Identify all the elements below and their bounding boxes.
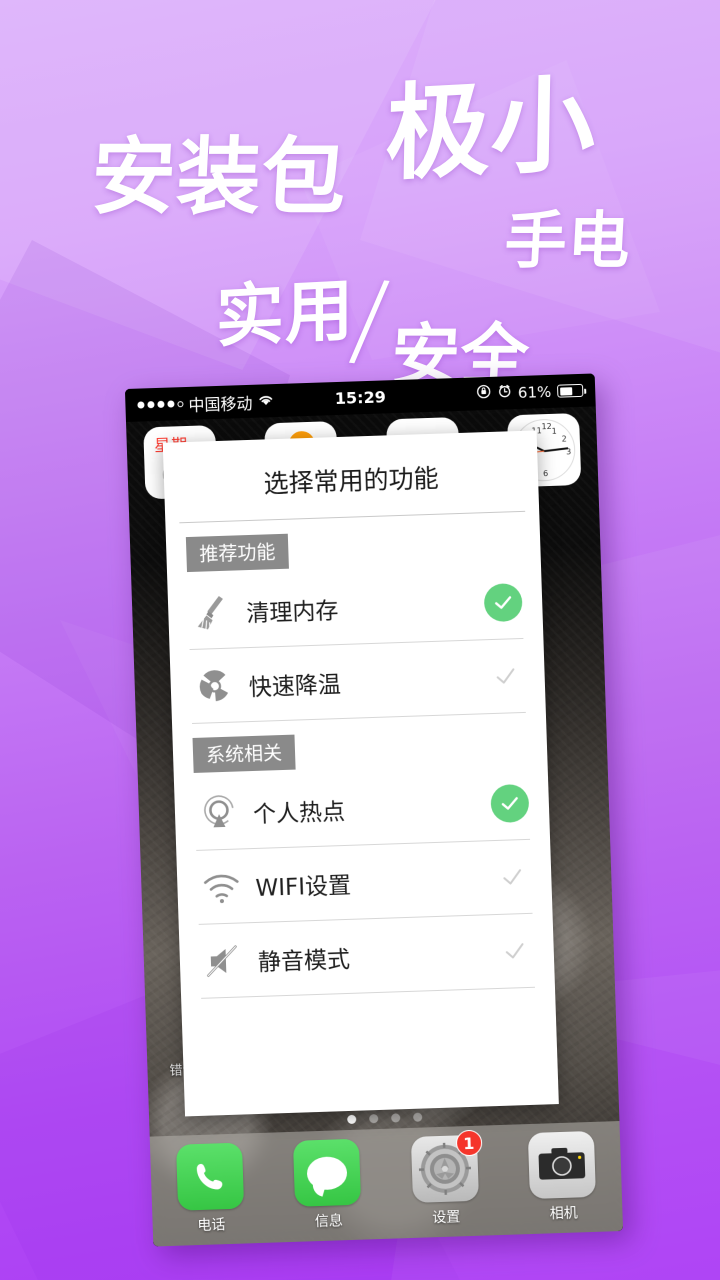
feature-label: 个人热点 bbox=[252, 798, 346, 828]
wifi-icon bbox=[197, 869, 246, 905]
hotspot-icon bbox=[194, 792, 243, 834]
checkmark-unchecked-icon[interactable] bbox=[486, 656, 525, 695]
page-dot[interactable] bbox=[412, 1112, 422, 1122]
dock-label: 电话 bbox=[197, 1217, 226, 1235]
checkmark-unchecked-icon[interactable] bbox=[495, 931, 534, 970]
dock-item-messages[interactable]: 信息 bbox=[282, 1138, 373, 1232]
phone-icon bbox=[175, 1142, 244, 1211]
feature-label: 静音模式 bbox=[257, 946, 351, 976]
dock-item-camera[interactable]: 相机 bbox=[517, 1130, 608, 1225]
mute-speaker-icon bbox=[199, 943, 248, 979]
feature-row-silent-mode[interactable]: 静音模式 bbox=[198, 913, 535, 999]
dock-label: 信息 bbox=[314, 1213, 344, 1231]
feature-label: WIFI设置 bbox=[255, 872, 352, 902]
feature-row-quick-cooldown[interactable]: 快速降温 bbox=[189, 638, 526, 724]
feature-row-wifi-settings[interactable]: WIFI设置 bbox=[196, 839, 533, 925]
alarm-icon bbox=[497, 383, 513, 402]
checkmark-unchecked-icon[interactable] bbox=[493, 857, 532, 896]
checkmark-checked-icon[interactable] bbox=[490, 783, 530, 823]
rotation-lock-icon bbox=[476, 384, 492, 403]
camera-icon bbox=[528, 1130, 597, 1200]
feature-selection-dialog: 选择常用的功能 推荐功能 清理内存 快速降温 系统相关 个人热点 WIFI设置 … bbox=[162, 430, 559, 1117]
checkmark-checked-icon[interactable] bbox=[483, 582, 523, 622]
feature-row-clean-memory[interactable]: 清理内存 bbox=[187, 564, 524, 651]
dock-item-phone[interactable]: 电话 bbox=[165, 1142, 256, 1236]
battery-icon bbox=[556, 383, 584, 398]
page-dot[interactable] bbox=[390, 1113, 400, 1123]
wifi-icon bbox=[257, 391, 275, 411]
signal-strength-icon bbox=[137, 400, 184, 409]
dock-label: 设置 bbox=[432, 1209, 461, 1227]
page-dot[interactable] bbox=[368, 1114, 378, 1124]
status-badge: 1 bbox=[455, 1129, 483, 1157]
messages-icon bbox=[293, 1138, 362, 1207]
carrier-label: 中国移动 bbox=[188, 393, 253, 415]
page-dot-active[interactable] bbox=[346, 1114, 356, 1125]
section-header-recommended: 推荐功能 bbox=[185, 533, 289, 573]
dock: 电话 信息 1 设置 相机 bbox=[149, 1121, 624, 1247]
phone-mockup: 中国移动 15:29 61% 12 3 6 11 1 2 错音 电话 信息 1 … bbox=[124, 373, 624, 1247]
dock-label: 相机 bbox=[549, 1205, 579, 1223]
feature-label: 快速降温 bbox=[248, 671, 342, 701]
feature-row-personal-hotspot[interactable]: 个人热点 bbox=[193, 765, 531, 851]
section-header-system: 系统相关 bbox=[192, 734, 296, 773]
battery-percent: 61% bbox=[517, 382, 552, 402]
dock-item-settings[interactable]: 1 设置 bbox=[400, 1129, 491, 1228]
broom-icon bbox=[188, 591, 237, 633]
radiation-fan-icon bbox=[190, 666, 239, 706]
dialog-title: 选择常用的功能 bbox=[263, 463, 440, 499]
phone-screen: 中国移动 15:29 61% 12 3 6 11 1 2 错音 电话 信息 1 … bbox=[124, 373, 624, 1247]
feature-label: 清理内存 bbox=[245, 597, 339, 627]
